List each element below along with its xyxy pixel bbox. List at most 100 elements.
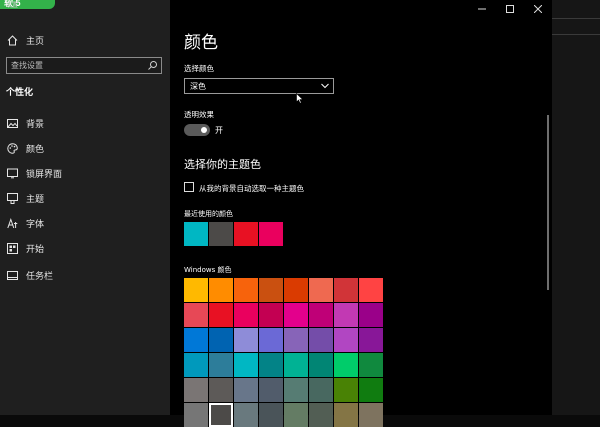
windows-color-swatch[interactable] <box>259 278 283 302</box>
sidebar-item-label: 锁屏界面 <box>26 169 63 180</box>
windows-color-swatch[interactable] <box>284 353 308 377</box>
windows-color-swatch[interactable] <box>359 403 383 427</box>
transparency-label: 透明效果 <box>184 110 214 119</box>
sidebar-item-label: 颜色 <box>26 144 45 155</box>
windows-color-swatch[interactable] <box>209 303 233 327</box>
windows-color-swatch[interactable] <box>234 303 258 327</box>
windows-color-swatch[interactable] <box>359 328 383 352</box>
windows-color-swatch[interactable] <box>309 353 333 377</box>
windows-color-swatch[interactable] <box>234 353 258 377</box>
page-title: 颜色 <box>184 33 218 53</box>
windows-color-swatch[interactable] <box>359 278 383 302</box>
taskbar-icon <box>6 269 18 281</box>
toggle-knob <box>201 127 207 133</box>
sidebar-item-7[interactable]: 任务栏 <box>0 265 170 285</box>
search-box[interactable] <box>6 57 162 74</box>
windows-color-swatch[interactable] <box>309 328 333 352</box>
start-menu-icon <box>6 242 18 254</box>
sidebar-item-2[interactable]: 颜色 <box>0 138 170 158</box>
sidebar-item-label: 任务栏 <box>26 271 54 282</box>
windows-color-swatch[interactable] <box>209 353 233 377</box>
recent-color-swatch[interactable] <box>184 222 208 246</box>
chevron-down-icon <box>321 83 329 89</box>
windows-color-swatch[interactable] <box>234 378 258 402</box>
windows-color-swatch[interactable] <box>184 278 208 302</box>
windows-color-swatch[interactable] <box>359 303 383 327</box>
recent-colors-label: 最近使用的颜色 <box>184 210 233 218</box>
windows-color-swatch[interactable] <box>259 353 283 377</box>
windows-color-swatch[interactable] <box>284 328 308 352</box>
windows-color-swatch[interactable] <box>359 353 383 377</box>
minimize-button[interactable] <box>468 0 496 18</box>
app-title: 设置 <box>6 2 19 9</box>
font-icon <box>6 217 18 229</box>
windows-color-swatch[interactable] <box>234 403 258 427</box>
windows-color-swatch[interactable] <box>209 328 233 352</box>
sidebar-item-label: 背景 <box>26 119 45 130</box>
maximize-icon <box>506 5 514 13</box>
recent-color-swatch[interactable] <box>234 222 258 246</box>
navigation-pane: 软 5 设置 主页 个性化 背景颜色锁屏界面主题字体开始任务栏 <box>0 0 170 415</box>
windows-color-swatch[interactable] <box>284 378 308 402</box>
transparency-toggle[interactable] <box>184 124 210 136</box>
auto-accent-checkbox[interactable] <box>184 182 194 192</box>
search-icon[interactable] <box>147 60 158 71</box>
windows-color-swatch[interactable] <box>259 403 283 427</box>
windows-color-swatch[interactable] <box>334 353 358 377</box>
windows-color-swatch[interactable] <box>234 278 258 302</box>
windows-colors-label: Windows 颜色 <box>184 266 232 274</box>
sidebar-item-6[interactable]: 开始 <box>0 238 170 258</box>
windows-color-swatch[interactable] <box>309 278 333 302</box>
windows-color-swatch[interactable] <box>259 328 283 352</box>
close-button[interactable] <box>524 0 552 18</box>
sidebar-item-1[interactable]: 背景 <box>0 113 170 133</box>
windows-color-swatch[interactable] <box>284 403 308 427</box>
nav-home[interactable]: 主页 <box>0 30 170 50</box>
accent-color-heading: 选择你的主题色 <box>184 158 261 171</box>
windows-color-swatch[interactable] <box>309 403 333 427</box>
main-pane: 颜色 选择颜色 深色 透明效果 开 选择你的主题色 从我的背景自动选取一种主题色… <box>170 0 552 427</box>
color-mode-dropdown[interactable]: 深色 <box>184 78 334 94</box>
sidebar-item-3[interactable]: 锁屏界面 <box>0 163 170 183</box>
windows-color-swatch[interactable] <box>334 378 358 402</box>
windows-color-swatch[interactable] <box>209 278 233 302</box>
recent-color-swatch[interactable] <box>209 222 233 246</box>
sidebar-item-label: 开始 <box>26 244 45 255</box>
windows-color-swatch[interactable] <box>184 378 208 402</box>
scrollbar[interactable] <box>547 115 549 290</box>
mouse-pointer-icon <box>296 93 304 104</box>
color-mode-value: 深色 <box>190 82 206 91</box>
sidebar-item-4[interactable]: 主题 <box>0 188 170 208</box>
windows-colors-grid <box>184 278 383 427</box>
windows-color-swatch[interactable] <box>359 378 383 402</box>
window-controls <box>468 0 552 18</box>
minimize-icon <box>478 8 486 10</box>
windows-color-swatch[interactable] <box>309 303 333 327</box>
windows-color-swatch[interactable] <box>284 278 308 302</box>
sidebar-item-5[interactable]: 字体 <box>0 213 170 233</box>
windows-color-swatch[interactable] <box>309 378 333 402</box>
windows-color-swatch[interactable] <box>259 303 283 327</box>
windows-color-swatch[interactable] <box>184 303 208 327</box>
windows-color-swatch[interactable] <box>334 328 358 352</box>
windows-color-swatch[interactable] <box>209 378 233 402</box>
choose-color-label: 选择颜色 <box>184 64 214 73</box>
windows-color-swatch[interactable] <box>184 353 208 377</box>
auto-accent-label: 从我的背景自动选取一种主题色 <box>199 184 304 193</box>
windows-color-swatch[interactable] <box>259 378 283 402</box>
recent-color-swatch[interactable] <box>259 222 283 246</box>
windows-color-swatch[interactable] <box>184 403 208 427</box>
windows-color-swatch[interactable] <box>234 328 258 352</box>
windows-color-swatch[interactable] <box>334 303 358 327</box>
windows-color-swatch[interactable] <box>334 278 358 302</box>
windows-color-swatch[interactable] <box>284 303 308 327</box>
theme-brush-icon <box>6 192 18 204</box>
close-icon <box>534 5 542 13</box>
picture-icon <box>6 117 18 129</box>
windows-color-swatch[interactable] <box>184 328 208 352</box>
search-input[interactable] <box>11 59 141 72</box>
maximize-button[interactable] <box>496 0 524 18</box>
sidebar-item-label: 字体 <box>26 219 45 230</box>
windows-color-swatch[interactable] <box>334 403 358 427</box>
windows-color-swatch[interactable] <box>209 403 233 427</box>
